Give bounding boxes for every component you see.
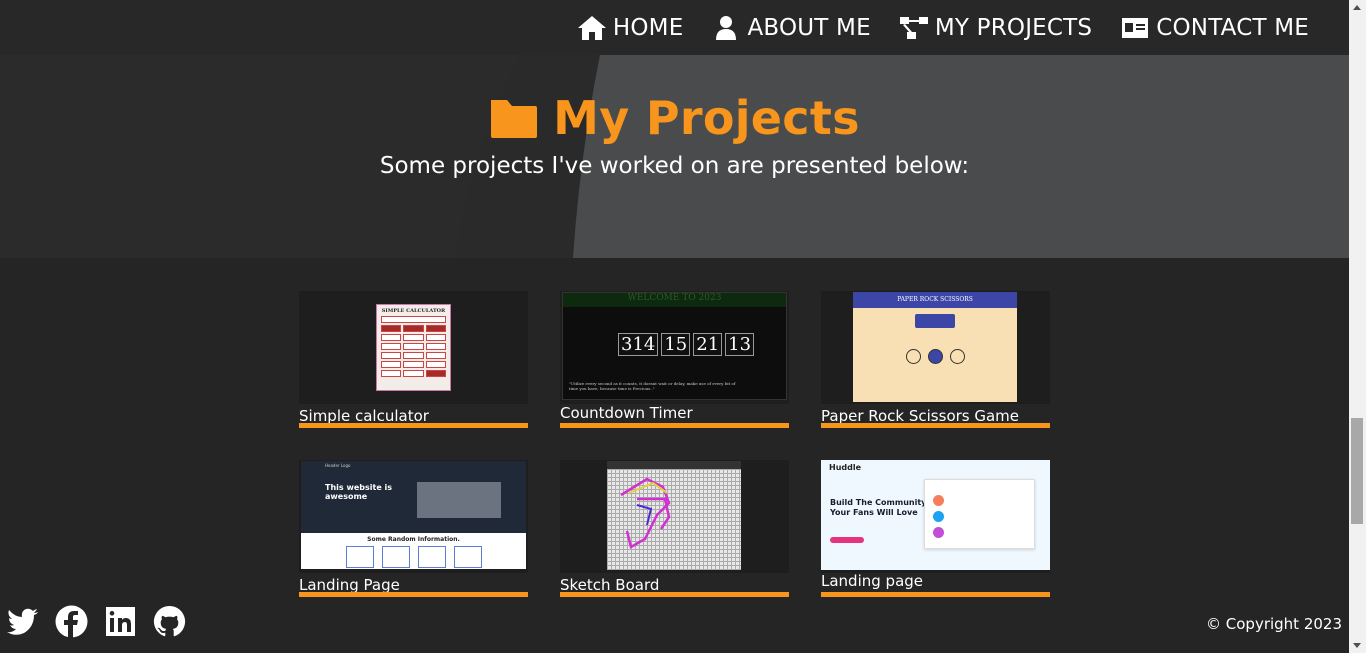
github-icon xyxy=(153,605,186,637)
thumbnail-nav: Header Logo xyxy=(325,463,351,468)
nav-item-about[interactable]: ABOUT ME xyxy=(711,14,871,41)
rps-preview: PAPER ROCK SCISSORS xyxy=(853,292,1017,402)
calculator-preview: SIMPLE CALCULATOR xyxy=(376,304,451,391)
top-nav: HOME ABOUT ME MY PROJECTS CONTACT ME xyxy=(0,0,1349,55)
page-title: My Projects xyxy=(0,91,1349,145)
linkedin-link[interactable] xyxy=(104,605,137,638)
project-thumbnail: SIMPLE CALCULATOR xyxy=(299,291,528,404)
project-card-sketch-board[interactable]: Sketch Board xyxy=(560,460,789,597)
accent-bar xyxy=(299,423,528,428)
project-card-huddle-landing[interactable]: Huddle Build The Community Your Fans Wil… xyxy=(821,460,1050,597)
project-card-landing-page[interactable]: Header Logo This website is awesome Some… xyxy=(299,460,528,597)
nav-item-label: MY PROJECTS xyxy=(934,14,1093,41)
home-icon xyxy=(577,15,606,40)
nav-item-label: HOME xyxy=(612,14,684,41)
github-link[interactable] xyxy=(153,605,186,638)
project-thumbnail: Huddle Build The Community Your Fans Wil… xyxy=(821,460,1050,573)
countdown-preview: WELCOME TO 2023 314 15 21 13 "Utilize ev… xyxy=(562,292,787,400)
nav-item-label: CONTACT ME xyxy=(1156,14,1309,41)
nav-item-projects[interactable]: MY PROJECTS xyxy=(899,15,1092,41)
folder-icon xyxy=(491,100,538,138)
project-title: Landing page xyxy=(821,572,924,590)
facebook-link[interactable] xyxy=(55,605,88,638)
landing-preview: Header Logo This website is awesome Some… xyxy=(301,461,526,569)
id-card-icon xyxy=(1122,17,1149,38)
timer-digit: 314 xyxy=(618,333,659,356)
thumbnail-heading: Build The Community Your Fans Will Love xyxy=(830,498,927,517)
accent-bar xyxy=(821,592,1050,597)
scroll-down-arrow-icon[interactable] xyxy=(1353,643,1361,648)
timer-digit: 13 xyxy=(725,333,755,356)
thumbnail-title: SIMPLE CALCULATOR xyxy=(381,308,446,314)
timer-quote: "Utilize every second as it counts, it d… xyxy=(569,381,736,391)
thumbnail-title: PAPER ROCK SCISSORS xyxy=(853,292,1017,308)
accent-bar xyxy=(560,592,789,597)
project-thumbnail xyxy=(560,460,789,573)
project-diagram-icon xyxy=(899,16,928,39)
hero-section: My Projects Some projects I've worked on… xyxy=(0,55,1349,258)
thumbnail-title: WELCOME TO 2023 xyxy=(563,293,786,307)
scroll-up-arrow-icon[interactable] xyxy=(1353,5,1361,10)
thumbnail-section-title: Some Random Information. xyxy=(367,536,460,543)
thumbnail-title: Huddle xyxy=(829,463,862,472)
accent-bar xyxy=(560,423,789,428)
scrollbar-thumb[interactable] xyxy=(1351,418,1363,524)
nav-item-contact[interactable]: CONTACT ME xyxy=(1120,15,1309,41)
copyright-text: © Copyright 2023 xyxy=(1206,615,1343,633)
timer-digit: 21 xyxy=(693,333,723,356)
facebook-icon xyxy=(55,605,88,638)
nav-item-label: ABOUT ME xyxy=(747,14,871,41)
nav-item-home[interactable]: HOME xyxy=(577,15,684,41)
project-thumbnail: WELCOME TO 2023 314 15 21 13 "Utilize ev… xyxy=(560,291,789,404)
page-subtitle: Some projects I've worked on are present… xyxy=(379,153,970,179)
project-card-simple-calculator[interactable]: SIMPLE CALCULATOR Simple calculator xyxy=(299,291,528,428)
project-thumbnail: PAPER ROCK SCISSORS xyxy=(821,291,1050,404)
page-title-text: My Projects xyxy=(553,91,860,145)
social-links xyxy=(6,605,186,638)
timer-digit: 15 xyxy=(661,333,691,356)
twitter-icon xyxy=(7,608,38,635)
accent-bar xyxy=(299,592,528,597)
user-icon xyxy=(716,15,737,40)
project-title: Countdown Timer xyxy=(560,404,693,422)
page-scrollbar[interactable] xyxy=(1349,0,1366,653)
project-card-paper-rock-scissors[interactable]: PAPER ROCK SCISSORS Paper Rock Scissors … xyxy=(821,291,1050,428)
project-card-countdown-timer[interactable]: WELCOME TO 2023 314 15 21 13 "Utilize ev… xyxy=(560,291,789,428)
thumbnail-title: This website is awesome xyxy=(325,483,393,501)
accent-bar xyxy=(821,423,1050,428)
twitter-link[interactable] xyxy=(6,605,39,638)
huddle-preview: Huddle Build The Community Your Fans Wil… xyxy=(821,460,1050,570)
project-thumbnail: Header Logo This website is awesome Some… xyxy=(299,460,528,573)
linkedin-icon xyxy=(106,607,135,636)
projects-grid: SIMPLE CALCULATOR Simple calculator WELC… xyxy=(299,291,1059,597)
sketch-preview xyxy=(607,461,741,570)
